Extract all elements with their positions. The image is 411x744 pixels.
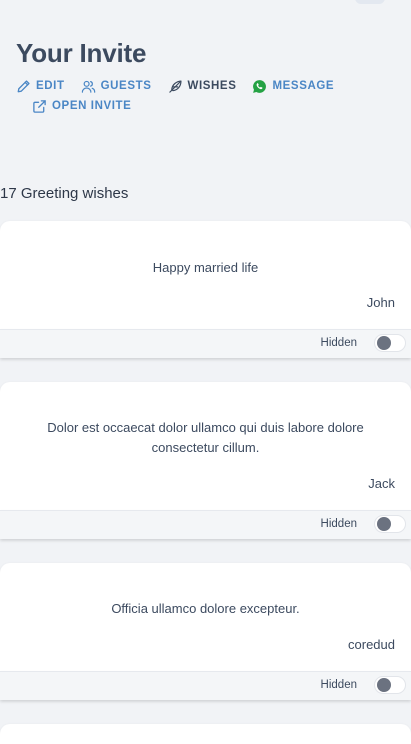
wishes-action-label: WISHES — [187, 80, 237, 92]
edit-action[interactable]: EDIT — [16, 78, 65, 94]
visibility-label: Hidden — [320, 518, 357, 530]
visibility-label: Hidden — [320, 337, 357, 349]
guests-action-label: GUESTS — [100, 80, 152, 92]
wishes-count: 17 Greeting wishes — [0, 185, 129, 202]
wish-footer: Hidden — [0, 329, 411, 358]
toggle-knob — [377, 517, 391, 531]
toggle-knob — [377, 336, 391, 350]
wish-card: Happy married life John Hidden — [0, 221, 411, 358]
wish-author: coredud — [348, 637, 395, 652]
wish-message: Officia ullamco dolore excepteur. — [111, 601, 300, 616]
edit-action-label: EDIT — [36, 80, 65, 92]
invite-actions: EDIT GUESTS WISHES MESSAGE OPEN INVITE — [16, 78, 396, 114]
wish-card — [0, 724, 411, 744]
wish-footer: Hidden — [0, 671, 411, 700]
wish-message: Happy married life — [152, 260, 259, 275]
open-invite-action-label: OPEN INVITE — [52, 100, 132, 112]
wish-footer: Hidden — [0, 510, 411, 539]
visibility-toggle[interactable] — [374, 676, 406, 694]
visibility-toggle[interactable] — [374, 515, 406, 533]
wishes-action[interactable]: WISHES — [168, 78, 237, 94]
message-action-label: MESSAGE — [272, 80, 335, 92]
visibility-toggle[interactable] — [374, 334, 406, 352]
visibility-label: Hidden — [320, 679, 357, 691]
wish-author: John — [366, 295, 395, 310]
feather-icon — [168, 79, 183, 94]
open-invite-action[interactable]: OPEN INVITE — [32, 98, 131, 114]
wish-message: Dolor est occaecat dolor ullamco qui dui… — [47, 420, 364, 455]
wish-card: Officia ullamco dolore excepteur. coredu… — [0, 563, 411, 700]
toggle-knob — [377, 678, 391, 692]
message-action[interactable]: MESSAGE — [252, 78, 334, 94]
pencil-icon — [16, 79, 31, 94]
wish-author: Jack — [368, 476, 395, 491]
whatsapp-icon — [252, 79, 267, 94]
page-title: Your Invite — [16, 38, 147, 68]
external-link-icon — [32, 99, 47, 114]
wish-card: Dolor est occaecat dolor ullamco qui dui… — [0, 382, 411, 539]
guests-action[interactable]: GUESTS — [81, 78, 152, 94]
users-icon — [81, 79, 96, 94]
top-overflow-chip — [355, 0, 385, 4]
